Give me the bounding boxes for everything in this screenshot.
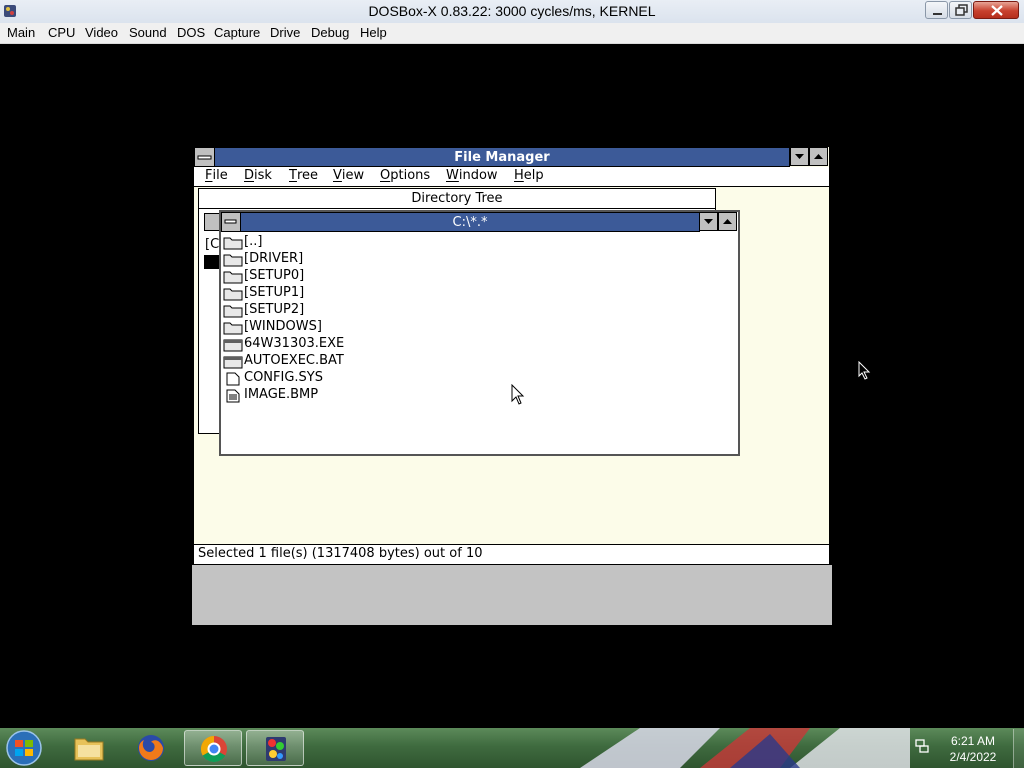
directory-window-c: C:\*.* [..] [DRIVER] [SETUP0] [SETUP1] [… — [219, 210, 740, 456]
folder-icon — [223, 271, 243, 284]
menu-help[interactable]: Help — [360, 25, 387, 40]
menu-sound[interactable]: Sound — [129, 25, 167, 40]
folder-icon — [223, 305, 243, 318]
arrow-down-icon — [704, 219, 713, 224]
fm-menubar: File Disk Tree View Options Window Help — [194, 167, 829, 187]
chrome-icon — [200, 735, 227, 763]
cwin-minimize-button[interactable] — [699, 212, 718, 231]
fm-menu-options[interactable]: Options — [380, 168, 430, 183]
fm-minimize-button[interactable] — [790, 147, 809, 166]
status-text: Selected 1 file(s) (1317408 bytes) out o… — [198, 546, 483, 561]
fm-menu-view[interactable]: View — [333, 168, 364, 183]
folder-icon — [223, 254, 243, 267]
taskbar-firefox-button[interactable] — [122, 730, 180, 766]
fm-title: File Manager — [454, 150, 550, 165]
fm-menu-window[interactable]: Window — [446, 168, 498, 183]
arrow-down-icon — [795, 154, 804, 159]
arrow-up-icon — [723, 219, 732, 224]
arrow-up-icon — [814, 154, 823, 159]
document-icon — [226, 389, 240, 403]
fm-menu-disk[interactable]: Disk — [244, 168, 272, 183]
close-icon — [991, 5, 1003, 16]
fm-menu-tree[interactable]: Tree — [289, 168, 318, 183]
drive-c-label[interactable]: [C — [205, 237, 219, 252]
cwin-maximize-button[interactable] — [718, 212, 737, 231]
fm-menu-help[interactable]: Help — [514, 168, 544, 183]
executable-icon — [223, 356, 243, 369]
fm-menu-file[interactable]: File — [205, 168, 228, 183]
host-menubar: Main CPU Video Sound DOS Capture Drive D… — [0, 23, 1024, 44]
clock-time: 6:21 AM — [950, 734, 996, 748]
executable-icon — [223, 339, 243, 352]
file-icon — [226, 372, 240, 386]
menu-cpu[interactable]: CPU — [48, 25, 75, 40]
menu-dos[interactable]: DOS — [177, 25, 205, 40]
system-menu-icon — [197, 155, 212, 160]
dosbox-icon — [266, 737, 286, 761]
clock-date: 2/4/2022 — [949, 750, 997, 764]
explorer-icon — [74, 738, 104, 761]
show-desktop-button[interactable] — [1013, 729, 1024, 768]
fm-system-menu-button[interactable] — [194, 147, 215, 167]
taskbar-dosbox-button[interactable] — [246, 730, 304, 766]
fm-titlebar[interactable]: File Manager — [214, 147, 790, 167]
menu-main[interactable]: Main — [7, 25, 35, 40]
folder-icon — [223, 288, 243, 301]
menu-debug[interactable]: Debug — [311, 25, 349, 40]
restore-button[interactable] — [949, 1, 972, 19]
folder-icon — [223, 237, 243, 250]
taskbar-clock[interactable]: 6:21 AM 2/4/2022 — [936, 733, 1010, 765]
cwin-titlebar[interactable]: C:\*.* — [240, 212, 700, 232]
fm-maximize-button[interactable] — [809, 147, 828, 166]
system-menu-icon — [224, 219, 237, 224]
start-button[interactable] — [4, 729, 44, 767]
menu-drive[interactable]: Drive — [270, 25, 300, 40]
window-title: DOSBox-X 0.83.22: 3000 cycles/ms, KERNEL — [368, 3, 656, 19]
restore-icon — [955, 4, 968, 16]
menu-video[interactable]: Video — [85, 25, 118, 40]
mouse-cursor-icon — [511, 384, 525, 405]
folder-icon — [223, 322, 243, 335]
taskbar-chrome-button[interactable] — [184, 730, 242, 766]
status-bar: Selected 1 file(s) (1317408 bytes) out o… — [194, 544, 829, 564]
host-cursor-icon — [858, 361, 871, 380]
directory-tree-title[interactable]: Directory Tree — [199, 189, 715, 209]
firefox-icon — [138, 735, 164, 761]
menu-capture[interactable]: Capture — [214, 25, 260, 40]
close-button[interactable] — [973, 1, 1019, 19]
file-manager-window: File Manager File Disk Tree View Options… — [193, 146, 830, 565]
network-icon[interactable] — [914, 738, 930, 754]
taskbar-explorer-button[interactable] — [60, 730, 118, 766]
wallpaper-art — [580, 728, 910, 768]
dos-screen-gray-region — [192, 565, 832, 625]
cwin-title: C:\*.* — [452, 215, 488, 230]
cwin-system-menu-button[interactable] — [221, 212, 241, 232]
taskbar — [0, 728, 1024, 768]
minimize-button[interactable] — [925, 1, 948, 19]
host-titlebar: DOSBox-X 0.83.22: 3000 cycles/ms, KERNEL — [0, 0, 1024, 24]
minimize-icon — [933, 13, 942, 15]
